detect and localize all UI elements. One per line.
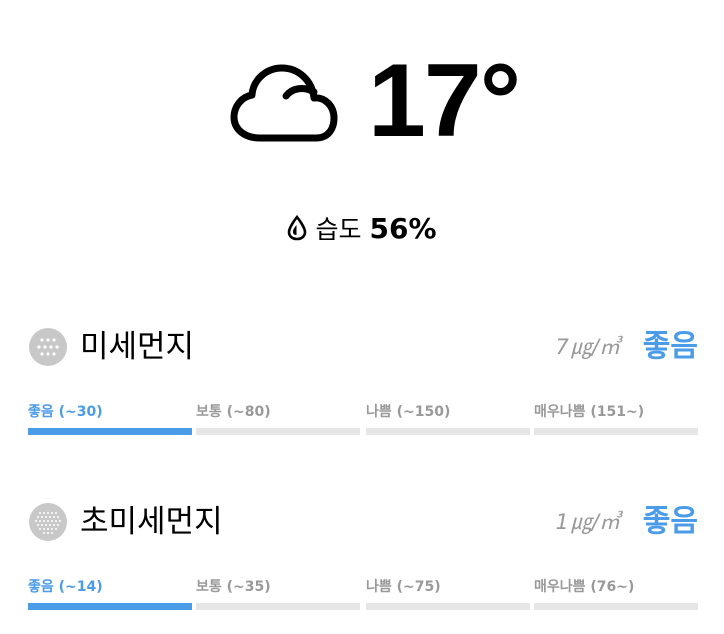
fine-dust-section: 미세먼지 7㎍/㎥ 좋음 좋음 (~30) 보통 (~80) 나쁨 (~150)… bbox=[28, 322, 698, 442]
ultra-fine-dust-scale: 좋음 (~14) 보통 (~35) 나쁨 (~75) 매우나쁨 (76~) bbox=[28, 577, 698, 617]
scale-segment-normal: 보통 (~35) bbox=[196, 577, 360, 617]
fine-dust-icon bbox=[29, 328, 67, 366]
scale-segment-normal: 보통 (~80) bbox=[196, 402, 360, 442]
humidity-row: 습도 56% bbox=[0, 208, 724, 248]
fine-dust-scale: 좋음 (~30) 보통 (~80) 나쁨 (~150) 매우나쁨 (151~) bbox=[28, 402, 698, 442]
fine-dust-grade: 좋음 bbox=[642, 329, 698, 364]
scale-label: 나쁨 (~75) bbox=[366, 579, 441, 595]
scale-segment-very-bad: 매우나쁨 (76~) bbox=[534, 577, 698, 617]
scale-label: 보통 (~35) bbox=[196, 579, 271, 595]
humidity-value: 56% bbox=[369, 211, 437, 245]
scale-bar bbox=[366, 428, 530, 435]
scale-label: 보통 (~80) bbox=[196, 404, 271, 420]
scale-segment-bad: 나쁨 (~150) bbox=[366, 402, 530, 442]
scale-segment-good: 좋음 (~14) bbox=[28, 577, 192, 617]
scale-bar bbox=[196, 603, 360, 610]
scale-segment-very-bad: 매우나쁨 (151~) bbox=[534, 402, 698, 442]
scale-label: 매우나쁨 (151~) bbox=[534, 404, 645, 420]
ultra-fine-dust-header: 초미세먼지 1㎍/㎥ 좋음 bbox=[28, 497, 698, 547]
weather-summary: 17° bbox=[0, 0, 724, 180]
scale-segment-good: 좋음 (~30) bbox=[28, 402, 192, 442]
humidity-label: 습도 bbox=[315, 215, 362, 244]
ultra-fine-dust-value: 1㎍/㎥ bbox=[555, 510, 620, 534]
fine-dust-value: 7㎍/㎥ bbox=[555, 335, 620, 359]
scale-label: 좋음 (~30) bbox=[28, 404, 103, 420]
scale-bar bbox=[366, 603, 530, 610]
scale-bar bbox=[534, 603, 698, 610]
scale-label: 매우나쁨 (76~) bbox=[534, 579, 635, 595]
ultra-fine-dust-title: 초미세먼지 bbox=[80, 504, 223, 540]
fine-dust-title: 미세먼지 bbox=[80, 329, 195, 365]
scale-bar bbox=[28, 428, 192, 435]
scale-bar bbox=[196, 428, 360, 435]
ultra-fine-dust-grade: 좋음 bbox=[642, 504, 698, 539]
scale-label: 좋음 (~14) bbox=[28, 579, 103, 595]
scale-label: 나쁨 (~150) bbox=[366, 404, 451, 420]
ultra-fine-dust-section: 초미세먼지 1㎍/㎥ 좋음 좋음 (~14) 보통 (~35) 나쁨 (~75)… bbox=[28, 497, 698, 617]
temperature: 17° bbox=[368, 43, 521, 159]
ultra-fine-dust-icon bbox=[29, 503, 67, 541]
scale-bar bbox=[28, 603, 192, 610]
scale-segment-bad: 나쁨 (~75) bbox=[366, 577, 530, 617]
cloud-icon bbox=[230, 64, 338, 142]
droplet-icon bbox=[288, 215, 307, 241]
fine-dust-header: 미세먼지 7㎍/㎥ 좋음 bbox=[28, 322, 698, 372]
scale-bar bbox=[534, 428, 698, 435]
